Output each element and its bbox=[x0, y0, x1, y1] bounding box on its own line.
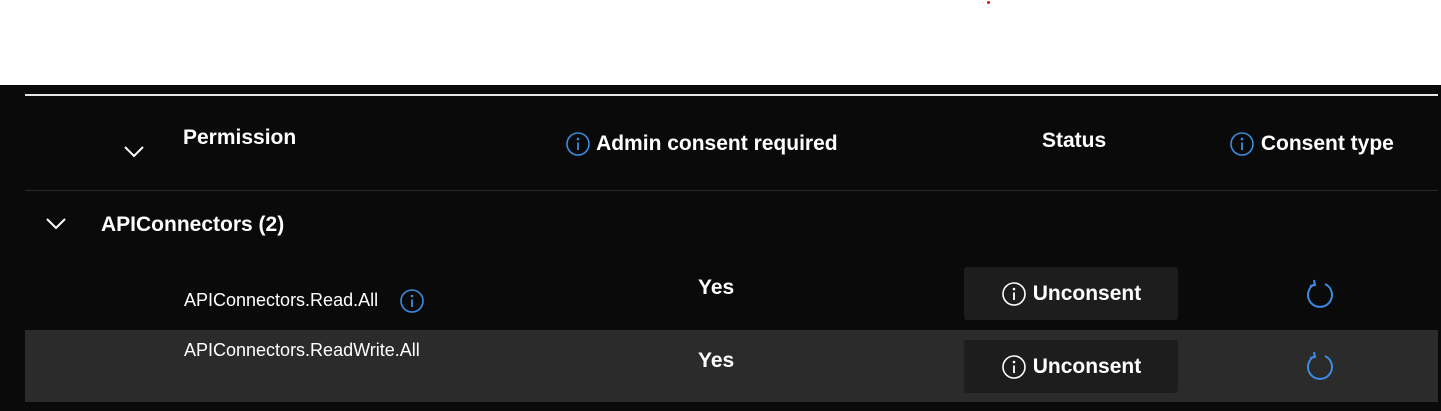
info-icon bbox=[1001, 354, 1026, 379]
info-icon[interactable] bbox=[399, 288, 425, 314]
permissions-panel: Permission Admin consent required Status… bbox=[0, 85, 1441, 411]
refresh-icon[interactable] bbox=[1305, 351, 1335, 381]
red-dot bbox=[987, 1, 990, 4]
header-divider bbox=[25, 190, 1438, 191]
expand-all-chevron-down-icon[interactable] bbox=[120, 141, 148, 161]
admin-consent-value: Yes bbox=[698, 276, 735, 299]
page-root: Permission Admin consent required Status… bbox=[0, 0, 1441, 411]
column-header-status[interactable]: Status bbox=[1042, 128, 1106, 154]
column-header-admin-consent[interactable]: Admin consent required bbox=[565, 131, 838, 157]
column-header-permission[interactable]: Permission bbox=[183, 125, 296, 151]
unconsent-button[interactable]: Unconsent bbox=[964, 340, 1178, 393]
group-row[interactable]: APIConnectors (2) bbox=[25, 198, 1438, 254]
admin-consent-value: Yes bbox=[698, 349, 735, 372]
info-icon[interactable] bbox=[565, 131, 591, 157]
chevron-down-icon[interactable] bbox=[42, 214, 70, 234]
permission-name: APIConnectors.ReadWrite.All bbox=[184, 340, 420, 360]
consent-type-header-label: Consent type bbox=[1260, 132, 1394, 155]
table-row: APIConnectors.ReadWrite.All Yes Unconsen… bbox=[25, 330, 1438, 402]
top-band bbox=[0, 0, 1441, 85]
info-icon bbox=[1001, 281, 1026, 306]
permission-name: APIConnectors.Read.All bbox=[184, 290, 379, 310]
bottom-strip bbox=[0, 402, 1441, 411]
refresh-icon[interactable] bbox=[1305, 279, 1335, 309]
info-icon[interactable] bbox=[1229, 131, 1255, 157]
group-label: APIConnectors (2) bbox=[101, 213, 285, 236]
unconsent-label: Unconsent bbox=[1032, 281, 1142, 305]
top-divider bbox=[25, 94, 1438, 96]
unconsent-label: Unconsent bbox=[1032, 354, 1142, 378]
column-header-consent-type[interactable]: Consent type bbox=[1229, 131, 1394, 157]
admin-consent-header-label: Admin consent required bbox=[596, 132, 838, 155]
table-row: APIConnectors.Read.All Yes Unconsent bbox=[25, 258, 1438, 330]
unconsent-button[interactable]: Unconsent bbox=[964, 267, 1178, 320]
